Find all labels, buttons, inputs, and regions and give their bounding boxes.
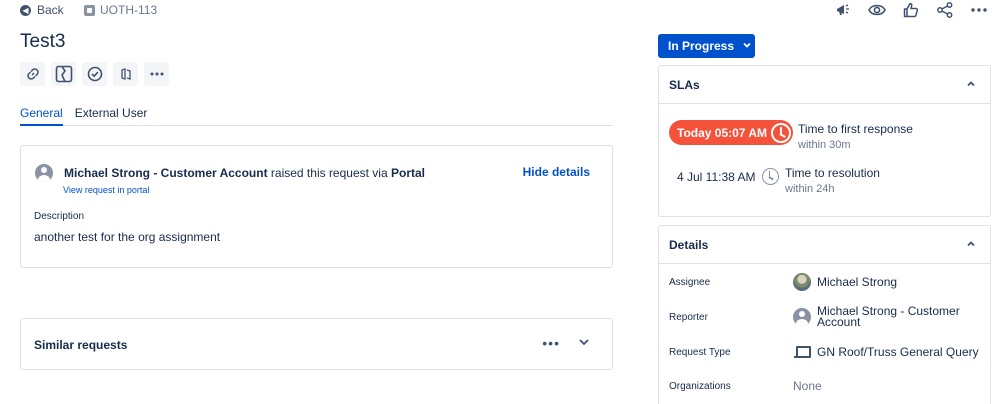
sla-breached-badge: Today 05:07 AM (669, 120, 794, 145)
sla-item: Time to first response within 30m (798, 122, 913, 151)
more-icon (150, 72, 163, 76)
chevron-up-icon[interactable] (966, 238, 976, 252)
link-icon (26, 68, 39, 80)
more-icon[interactable]: ••• (542, 335, 560, 351)
chevron-down-icon[interactable] (578, 336, 590, 351)
sla-title: SLAs (669, 77, 700, 92)
request-channel: Portal (390, 166, 425, 180)
sla-item: Time to resolution within 24h (785, 166, 880, 195)
more-actions-button[interactable] (144, 62, 169, 86)
laptop-icon (793, 343, 811, 361)
link-issue-button[interactable] (20, 62, 45, 86)
tab-general[interactable]: General (20, 106, 63, 126)
reporter-value[interactable]: Michael Strong - Customer Account (817, 305, 982, 328)
chevron-down-icon (742, 39, 752, 53)
sla-name: Time to first response (798, 122, 913, 136)
description-text[interactable]: another test for the org assignment (34, 230, 220, 244)
issue-toolbar (819, 0, 989, 20)
clock-icon (761, 168, 779, 185)
more-icon[interactable] (969, 0, 989, 20)
sla-name: Time to resolution (785, 166, 880, 180)
sla-time: Today 05:07 AM (677, 125, 768, 140)
request-card: Michael Strong - Customer Account raised… (20, 145, 613, 268)
back-link[interactable]: ◀ Back (20, 2, 64, 18)
clock-icon (771, 122, 792, 143)
tab-external-user[interactable]: External User (75, 106, 148, 126)
sla-panel-header[interactable]: SLAs (659, 66, 990, 104)
issue-type-icon (84, 4, 95, 16)
detail-row-reporter: Reporter Michael Strong - Customer Accou… (669, 300, 989, 334)
sla-time-badge: 4 Jul 11:38 AM (677, 168, 779, 185)
issue-key-breadcrumb[interactable]: UOTH-113 (84, 2, 157, 18)
detail-row-organizations: Organizations None (669, 373, 989, 399)
description-label: Description (34, 211, 85, 222)
similar-requests-card[interactable]: Similar requests ••• (20, 318, 613, 370)
automation-button[interactable] (113, 62, 138, 86)
status-label: In Progress (668, 39, 735, 53)
assignee-value[interactable]: Michael Strong (817, 275, 897, 289)
details-title: Details (669, 237, 709, 252)
approve-button[interactable] (82, 62, 107, 86)
chevron-up-icon[interactable] (966, 78, 976, 92)
details-panel-header[interactable]: Details (659, 226, 990, 264)
arrow-left-icon: ◀ (20, 4, 31, 16)
detail-label: Organizations (669, 380, 731, 392)
automation-icon (120, 68, 131, 80)
organizations-value[interactable]: None (793, 379, 822, 393)
user-avatar (793, 273, 811, 291)
thumbs-up-icon[interactable] (901, 0, 921, 20)
raised-by-line: Michael Strong - Customer Account raised… (35, 164, 425, 182)
sla-panel: SLAs Today 05:07 AM Time to first respon… (658, 65, 991, 217)
reporter-name[interactable]: Michael Strong - Customer Account (64, 166, 268, 180)
raised-connector: raised this request via (267, 166, 391, 180)
sla-target: within 24h (785, 183, 835, 195)
default-avatar-icon (35, 164, 53, 182)
eye-icon[interactable] (867, 0, 887, 20)
detail-label: Request Type (669, 346, 731, 358)
tab-bar: General External User (20, 106, 613, 126)
sla-time: 4 Jul 11:38 AM (677, 169, 756, 184)
share-icon[interactable] (935, 0, 955, 20)
issue-title[interactable]: Test3 (20, 31, 65, 53)
service-button[interactable] (51, 62, 76, 86)
issue-key: UOTH-113 (100, 3, 158, 17)
detail-row-request-type: Request Type GN Roof/Truss General Query (669, 339, 989, 365)
check-circle-icon (87, 66, 102, 82)
similar-requests-title: Similar requests (34, 338, 128, 352)
sla-target: within 30m (798, 139, 851, 151)
raised-text: Michael Strong - Customer Account raised… (64, 166, 425, 180)
back-label: Back (37, 3, 64, 17)
detail-label: Assignee (669, 276, 711, 288)
service-icon (55, 65, 72, 83)
request-type-value[interactable]: GN Roof/Truss General Query (817, 345, 979, 359)
hide-details-button[interactable]: Hide details (523, 165, 590, 179)
details-panel: Details Assignee Michael Strong Reporter… (658, 225, 991, 404)
megaphone-icon[interactable] (833, 0, 853, 20)
issue-actions (20, 62, 175, 86)
detail-label: Reporter (669, 311, 708, 323)
view-in-portal-link[interactable]: View request in portal (63, 185, 149, 195)
status-button[interactable]: In Progress (658, 34, 755, 58)
detail-row-assignee: Assignee Michael Strong (669, 269, 989, 295)
default-avatar-icon (793, 308, 811, 326)
